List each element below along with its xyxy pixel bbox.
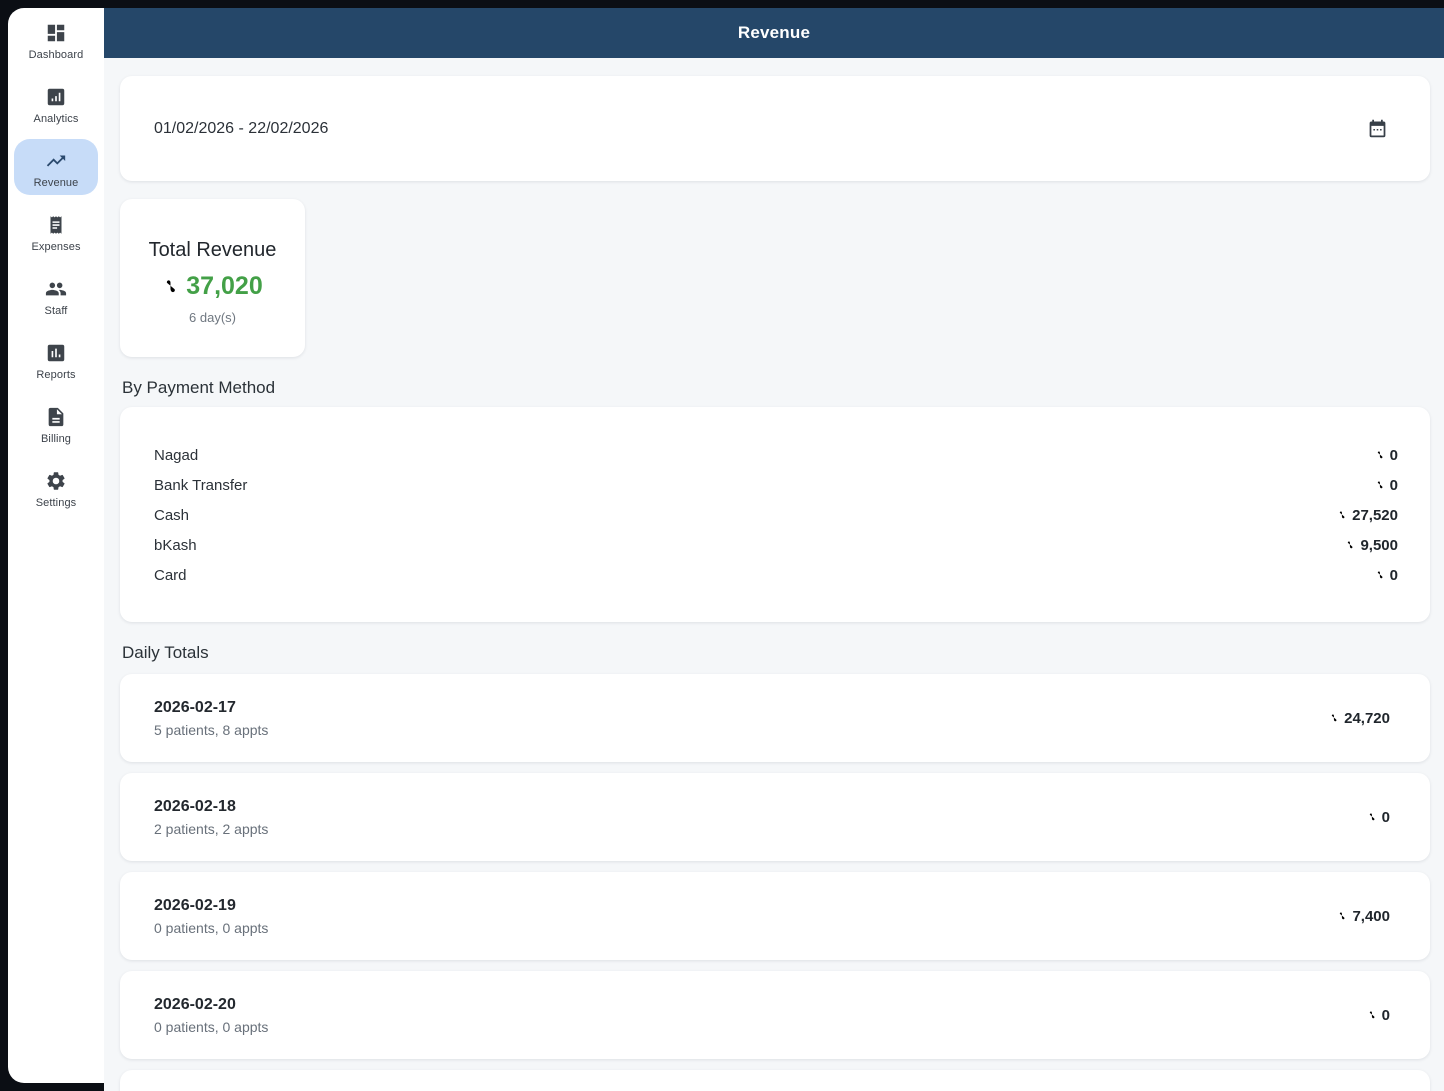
people-icon: [45, 278, 67, 300]
daily-total-meta: 0 patients, 0 appts: [154, 1019, 268, 1035]
analytics-icon: [45, 86, 67, 108]
payment-method-amount: 27,520: [1337, 507, 1398, 524]
total-revenue-value: 37,020: [186, 272, 262, 301]
payment-method-row: Card 0: [154, 560, 1398, 590]
payment-methods-card: Nagad 0 Bank Transfer 0 Cash 27,520 bKas…: [120, 407, 1430, 622]
taka-currency-icon: [162, 276, 181, 297]
daily-total-row: 2026-02-18 2 patients, 2 appts 0: [120, 773, 1430, 861]
daily-total-row: 2026-02-20 0 patients, 0 appts 0: [120, 971, 1430, 1059]
daily-total-date: 2026-02-17: [154, 699, 268, 717]
daily-total-amount: 0: [1367, 1007, 1390, 1024]
taka-currency-icon: [1375, 478, 1386, 492]
daily-total-value: 7,400: [1352, 908, 1390, 925]
payment-method-value: 0: [1390, 447, 1398, 464]
daily-total-info: 2026-02-18 2 patients, 2 appts: [154, 798, 268, 837]
sidebar: Dashboard Analytics Revenue Expenses Sta…: [8, 8, 104, 1083]
taka-currency-icon: [1337, 508, 1348, 522]
gear-icon: [45, 470, 67, 492]
payment-method-amount: 0: [1375, 477, 1398, 494]
document-icon: [45, 406, 67, 428]
payment-method-row: Bank Transfer 0: [154, 470, 1398, 500]
daily-totals-heading: Daily Totals: [122, 642, 1430, 664]
sidebar-item-analytics[interactable]: Analytics: [14, 75, 98, 131]
main-area: Revenue 01/02/2026 - 22/02/2026 Total Re…: [104, 8, 1444, 1091]
sidebar-item-label: Dashboard: [29, 49, 84, 61]
payment-method-label: bKash: [154, 537, 197, 554]
sidebar-item-expenses[interactable]: Expenses: [14, 203, 98, 259]
payment-method-amount: 0: [1375, 447, 1398, 464]
daily-total-info: 2026-02-20 0 patients, 0 appts: [154, 996, 268, 1035]
daily-total-meta: 5 patients, 8 appts: [154, 722, 268, 738]
sidebar-item-dashboard[interactable]: Dashboard: [14, 11, 98, 67]
daily-total-value: 0: [1382, 809, 1390, 826]
payment-method-label: Nagad: [154, 447, 198, 464]
payment-method-row: bKash 9,500: [154, 530, 1398, 560]
bar-chart-icon: [45, 342, 67, 364]
payment-method-amount: 9,500: [1345, 537, 1398, 554]
taka-currency-icon: [1337, 909, 1348, 923]
date-range-value: 01/02/2026 - 22/02/2026: [154, 120, 328, 138]
app-header: Revenue: [104, 8, 1444, 58]
daily-total-amount: 0: [1367, 809, 1390, 826]
daily-total-row-partial: [120, 1070, 1430, 1091]
total-revenue-card: Total Revenue 37,020 6 day(s): [120, 199, 305, 357]
daily-total-info: 2026-02-19 0 patients, 0 appts: [154, 897, 268, 936]
sidebar-item-label: Reports: [36, 369, 75, 381]
taka-currency-icon: [1345, 538, 1356, 552]
payment-method-label: Cash: [154, 507, 189, 524]
total-revenue-label: Total Revenue: [149, 239, 277, 262]
sidebar-item-billing[interactable]: Billing: [14, 395, 98, 451]
sidebar-item-label: Billing: [41, 433, 71, 445]
calendar-icon[interactable]: [1367, 118, 1388, 139]
sidebar-item-reports[interactable]: Reports: [14, 331, 98, 387]
daily-total-amount: 7,400: [1337, 908, 1390, 925]
daily-total-value: 0: [1382, 1007, 1390, 1024]
payment-method-amount: 0: [1375, 567, 1398, 584]
payment-method-row: Nagad 0: [154, 440, 1398, 470]
total-revenue-period: 6 day(s): [189, 310, 236, 325]
taka-currency-icon: [1375, 568, 1386, 582]
daily-total-row: 2026-02-19 0 patients, 0 appts 7,400: [120, 872, 1430, 960]
payment-method-label: Bank Transfer: [154, 477, 247, 494]
sidebar-item-settings[interactable]: Settings: [14, 459, 98, 515]
sidebar-item-label: Settings: [36, 497, 77, 509]
daily-total-info: 2026-02-17 5 patients, 8 appts: [154, 699, 268, 738]
daily-total-date: 2026-02-18: [154, 798, 268, 816]
receipt-icon: [45, 214, 67, 236]
sidebar-item-staff[interactable]: Staff: [14, 267, 98, 323]
daily-total-meta: 2 patients, 2 appts: [154, 821, 268, 837]
sidebar-item-label: Expenses: [31, 241, 80, 253]
payment-method-value: 27,520: [1352, 507, 1398, 524]
taka-currency-icon: [1367, 1008, 1378, 1022]
payment-method-value: 0: [1390, 567, 1398, 584]
sidebar-item-revenue[interactable]: Revenue: [14, 139, 98, 195]
taka-currency-icon: [1329, 711, 1340, 725]
daily-total-date: 2026-02-19: [154, 897, 268, 915]
date-range-field[interactable]: 01/02/2026 - 22/02/2026: [120, 76, 1430, 181]
trending-up-icon: [45, 150, 67, 172]
payment-methods-heading: By Payment Method: [122, 377, 1430, 399]
taka-currency-icon: [1367, 810, 1378, 824]
payment-method-label: Card: [154, 567, 187, 584]
sidebar-item-label: Staff: [45, 305, 68, 317]
daily-total-value: 24,720: [1344, 710, 1390, 727]
daily-total-meta: 0 patients, 0 appts: [154, 920, 268, 936]
dashboard-icon: [45, 22, 67, 44]
payment-method-value: 9,500: [1360, 537, 1398, 554]
payment-method-value: 0: [1390, 477, 1398, 494]
sidebar-item-label: Analytics: [34, 113, 79, 125]
daily-total-amount: 24,720: [1329, 710, 1390, 727]
page-title: Revenue: [738, 23, 810, 43]
daily-total-row: 2026-02-17 5 patients, 8 appts 24,720: [120, 674, 1430, 762]
content-scroll-area[interactable]: 01/02/2026 - 22/02/2026 Total Revenue 37…: [104, 58, 1444, 1091]
daily-total-date: 2026-02-20: [154, 996, 268, 1014]
sidebar-item-label: Revenue: [34, 177, 79, 189]
total-revenue-amount: 37,020: [162, 272, 262, 301]
taka-currency-icon: [1375, 448, 1386, 462]
payment-method-row: Cash 27,520: [154, 500, 1398, 530]
